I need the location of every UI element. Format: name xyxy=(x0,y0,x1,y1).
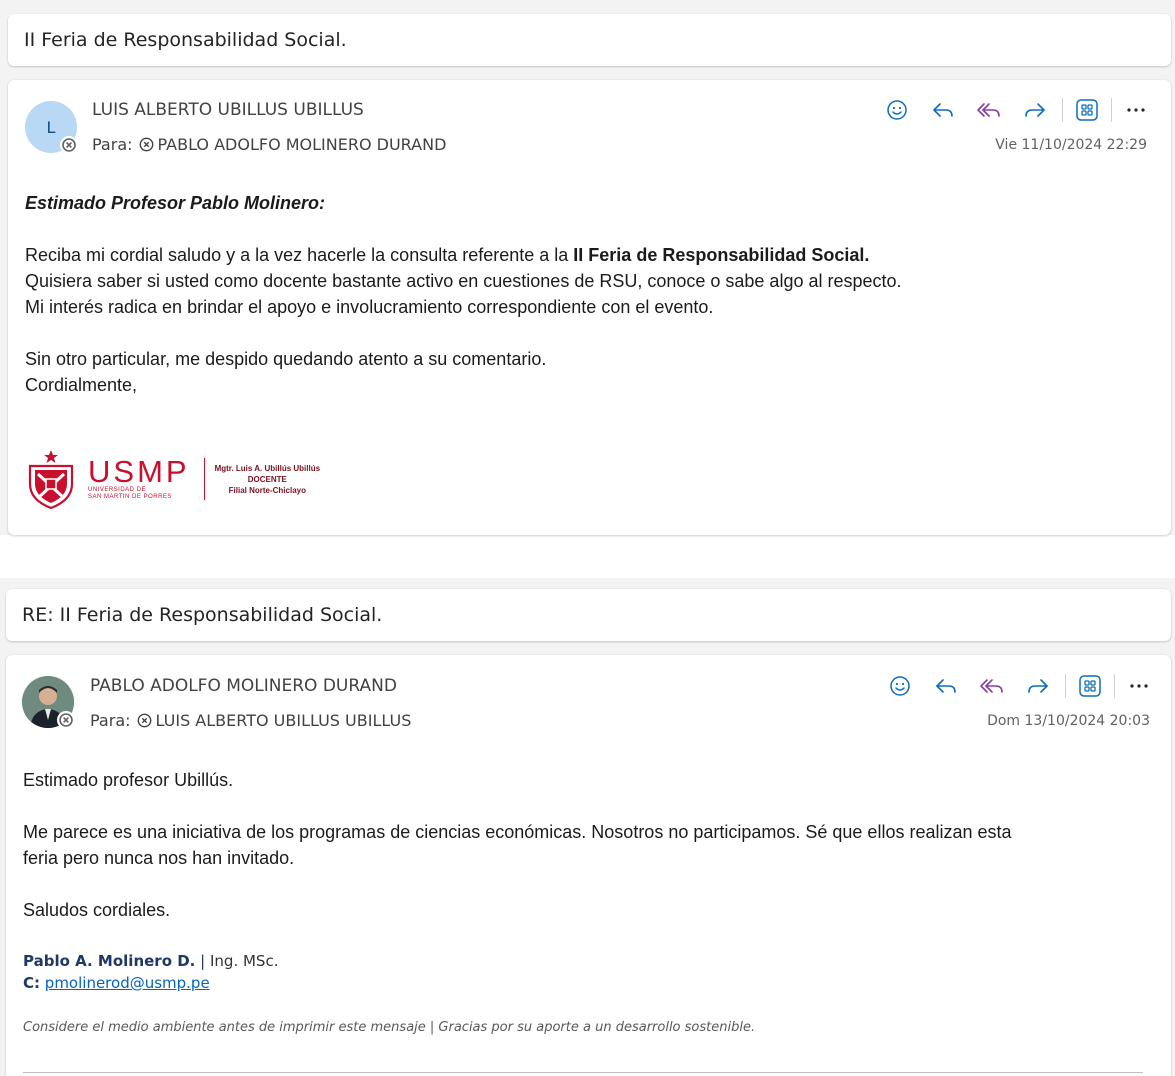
apps-icon xyxy=(1076,99,1098,121)
message-date: Vie 11/10/2024 22:29 xyxy=(995,137,1147,153)
presence-unknown-icon xyxy=(139,137,153,152)
presence-unknown-icon xyxy=(137,713,151,728)
message-date: Dom 13/10/2024 20:03 xyxy=(987,713,1150,729)
forward-icon xyxy=(1025,103,1045,117)
toolbar-divider xyxy=(1111,98,1112,122)
recipient-line: Para: LUIS ALBERTO UBILLUS UBILLUS xyxy=(90,711,411,730)
reply-all-icon xyxy=(980,679,1003,693)
subject-header: II Feria de Responsabilidad Social. xyxy=(8,14,1171,66)
message-actions xyxy=(874,95,1156,125)
avatar-initial: L xyxy=(46,117,56,137)
email-signature: Pablo A. Molinero D. | Ing. MSc. C: pmol… xyxy=(23,950,278,994)
more-actions-button[interactable] xyxy=(1116,95,1156,125)
sender-name[interactable]: LUIS ALBERTO UBILLUS UBILLUS xyxy=(92,100,364,120)
closing-line: Sin otro particular, me despido quedando… xyxy=(25,349,547,369)
forward-button[interactable] xyxy=(1015,671,1061,701)
to-label: Para: xyxy=(92,135,133,154)
body-text: Reciba mi cordial saludo y a la vez hace… xyxy=(25,245,574,265)
email-link[interactable]: pmolinerod@usmp.pe xyxy=(45,974,210,992)
greeting: Estimado Profesor Pablo Molinero: xyxy=(25,193,326,213)
more-icon xyxy=(1130,684,1148,688)
recipient-name: PABLO ADOLFO MOLINERO DURAND xyxy=(157,135,447,154)
usmp-wordmark: USMP UNIVERSIDAD DE SAN MARTIN DE PORRES xyxy=(88,454,190,501)
reply-all-button[interactable] xyxy=(966,95,1012,125)
signature-title: Ing. MSc. xyxy=(210,952,279,970)
more-icon xyxy=(1127,108,1145,112)
body-paragraph: Me parece es una iniciativa de los progr… xyxy=(23,822,1012,842)
signature-role: DOCENTE xyxy=(247,474,287,484)
reply-icon xyxy=(933,103,953,117)
email-signature: USMP UNIVERSIDAD DE SAN MARTIN DE PORRES… xyxy=(22,448,320,510)
signature-branch: Filial Norte-Chiclayo xyxy=(228,485,306,495)
signature-name: Pablo A. Molinero D. xyxy=(23,952,196,970)
apps-button[interactable] xyxy=(1070,671,1110,701)
react-button[interactable] xyxy=(874,95,920,125)
more-actions-button[interactable] xyxy=(1119,671,1159,701)
forward-button[interactable] xyxy=(1012,95,1058,125)
toolbar-divider xyxy=(1114,674,1115,698)
closing-line: Cordialmente, xyxy=(25,375,138,395)
body-paragraph: Mi interés radica en brindar el apoyo e … xyxy=(25,297,714,317)
reply-button[interactable] xyxy=(920,95,966,125)
subject-title: RE: II Feria de Responsabilidad Social. xyxy=(22,604,383,626)
signature-contact: C: pmolinerod@usmp.pe xyxy=(23,972,278,994)
presence-unknown-icon xyxy=(60,136,78,154)
body-paragraph: Quisiera saber si usted como docente bas… xyxy=(25,271,902,291)
recipient-name: LUIS ALBERTO UBILLUS UBILLUS xyxy=(155,711,412,730)
footer-note: Considere el medio ambiente antes de imp… xyxy=(23,1020,756,1035)
recipient-chip[interactable]: PABLO ADOLFO MOLINERO DURAND xyxy=(139,135,447,154)
signature-text: Mgtr. Luis A. Ubillús Ubillús DOCENTE Fi… xyxy=(215,463,320,496)
message-body: Estimado profesor Ubillús. Me parece es … xyxy=(23,767,1148,923)
presence-unknown-icon xyxy=(57,711,75,729)
toolbar-divider xyxy=(1062,98,1063,122)
reply-all-button[interactable] xyxy=(969,671,1015,701)
subject-title: II Feria de Responsabilidad Social. xyxy=(24,29,347,51)
signature-name: Mgtr. Luis A. Ubillús Ubillús xyxy=(214,463,321,473)
signature-divider xyxy=(203,458,205,500)
contact-label: C: xyxy=(23,974,41,992)
sender-name[interactable]: PABLO ADOLFO MOLINERO DURAND xyxy=(90,676,397,696)
toolbar-divider xyxy=(1065,674,1066,698)
message-actions xyxy=(877,671,1159,701)
subject-header: RE: II Feria de Responsabilidad Social. xyxy=(6,589,1171,641)
emoji-icon xyxy=(890,676,910,696)
reply-icon xyxy=(936,679,956,693)
body-paragraph: Reciba mi cordial saludo y a la vez hace… xyxy=(25,242,1145,268)
signature-separator: | xyxy=(200,952,206,970)
apps-icon xyxy=(1079,675,1101,697)
reply-button[interactable] xyxy=(923,671,969,701)
to-label: Para: xyxy=(90,711,131,730)
closing-line: Saludos cordiales. xyxy=(23,900,171,920)
recipient-line: Para: PABLO ADOLFO MOLINERO DURAND xyxy=(92,135,446,154)
event-name: II Feria de Responsabilidad Social. xyxy=(573,245,870,265)
forward-icon xyxy=(1028,679,1048,693)
emoji-icon xyxy=(887,100,907,120)
greeting: Estimado profesor Ubillús. xyxy=(23,770,234,790)
body-paragraph: feria pero nunca nos han invitado. xyxy=(23,848,295,868)
recipient-chip[interactable]: LUIS ALBERTO UBILLUS UBILLUS xyxy=(137,711,412,730)
footer-divider xyxy=(23,1072,1143,1073)
signature-line: Pablo A. Molinero D. | Ing. MSc. xyxy=(23,950,278,972)
reply-all-icon xyxy=(977,103,1000,117)
logo-word: USMP xyxy=(88,454,190,489)
usmp-crest-icon xyxy=(28,450,74,510)
message-body: Estimado Profesor Pablo Molinero: Reciba… xyxy=(25,190,1145,398)
apps-button[interactable] xyxy=(1067,95,1107,125)
logo-subtitle: SAN MARTIN DE PORRES xyxy=(88,494,172,500)
react-button[interactable] xyxy=(877,671,923,701)
